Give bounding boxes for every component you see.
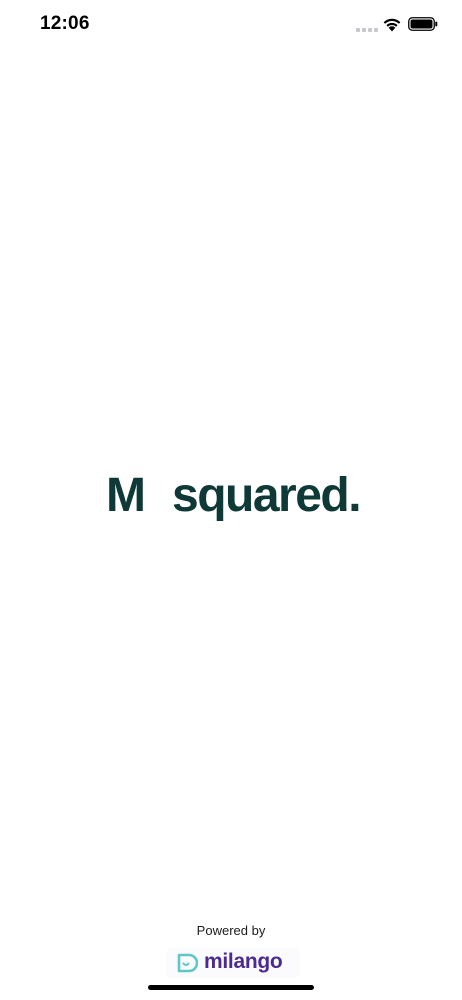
app-logo: M squared. bbox=[0, 468, 462, 528]
milango-brand: milango bbox=[166, 948, 300, 978]
splash-screen: 12:06 M squared. Powered by milango bbox=[0, 0, 462, 1000]
milango-logo-icon bbox=[177, 953, 198, 973]
brand-name: milango bbox=[204, 950, 283, 973]
powered-by-label: Powered by bbox=[196, 923, 266, 938]
home-indicator[interactable] bbox=[148, 985, 314, 990]
status-time: 12:06 bbox=[40, 13, 90, 34]
logo-word: squared. bbox=[172, 469, 362, 522]
battery-icon bbox=[408, 17, 438, 31]
cellular-signal-icon bbox=[356, 26, 378, 32]
wifi-icon bbox=[383, 18, 401, 32]
status-bar: 12:06 bbox=[0, 0, 462, 50]
logo-letter: M bbox=[106, 469, 146, 522]
